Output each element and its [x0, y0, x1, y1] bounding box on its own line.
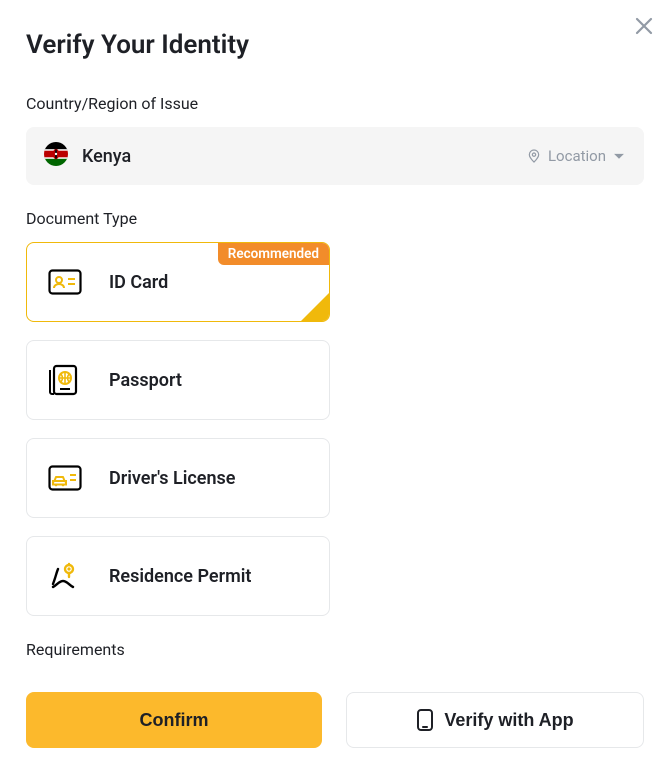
requirements-section-label: Requirements [26, 640, 644, 659]
document-type-list: Recommended ID Card [26, 242, 644, 616]
doc-label: Passport [109, 370, 182, 391]
modal-body-scroll[interactable]: Country/Region of Issue [0, 70, 670, 670]
country-selected-name: Kenya [82, 146, 512, 167]
location-hint: Location [526, 147, 626, 165]
doc-option-residence-permit[interactable]: Residence Permit [26, 536, 330, 616]
doc-option-id-card[interactable]: Recommended ID Card [26, 242, 330, 322]
doc-option-passport[interactable]: Passport [26, 340, 330, 420]
location-pin-icon [526, 148, 542, 164]
doc-label: ID Card [109, 272, 168, 293]
verify-identity-modal: Verify Your Identity Country/Region of I… [0, 0, 670, 776]
phone-icon [416, 708, 434, 732]
modal-footer: Confirm Verify with App [0, 670, 670, 776]
confirm-button[interactable]: Confirm [26, 692, 322, 748]
drivers-license-icon [47, 465, 83, 491]
flag-kenya-icon [44, 142, 68, 170]
country-section-label: Country/Region of Issue [26, 94, 644, 113]
confirm-button-label: Confirm [140, 710, 209, 731]
id-card-icon [47, 269, 83, 295]
chevron-down-icon [612, 149, 626, 163]
doc-label: Residence Permit [109, 566, 251, 587]
country-picker[interactable]: Kenya Location [26, 127, 644, 185]
doc-label: Driver's License [109, 468, 235, 489]
close-button[interactable] [630, 12, 658, 40]
selected-corner [301, 293, 329, 321]
verify-with-app-label: Verify with App [444, 710, 573, 731]
residence-permit-icon [47, 559, 83, 593]
modal-title: Verify Your Identity [0, 0, 670, 70]
close-icon [634, 16, 654, 36]
doc-option-drivers-license[interactable]: Driver's License [26, 438, 330, 518]
document-section-label: Document Type [26, 209, 644, 228]
recommended-badge: Recommended [218, 243, 329, 265]
verify-with-app-button[interactable]: Verify with App [346, 692, 644, 748]
location-hint-text: Location [548, 147, 606, 165]
passport-icon [47, 363, 83, 397]
